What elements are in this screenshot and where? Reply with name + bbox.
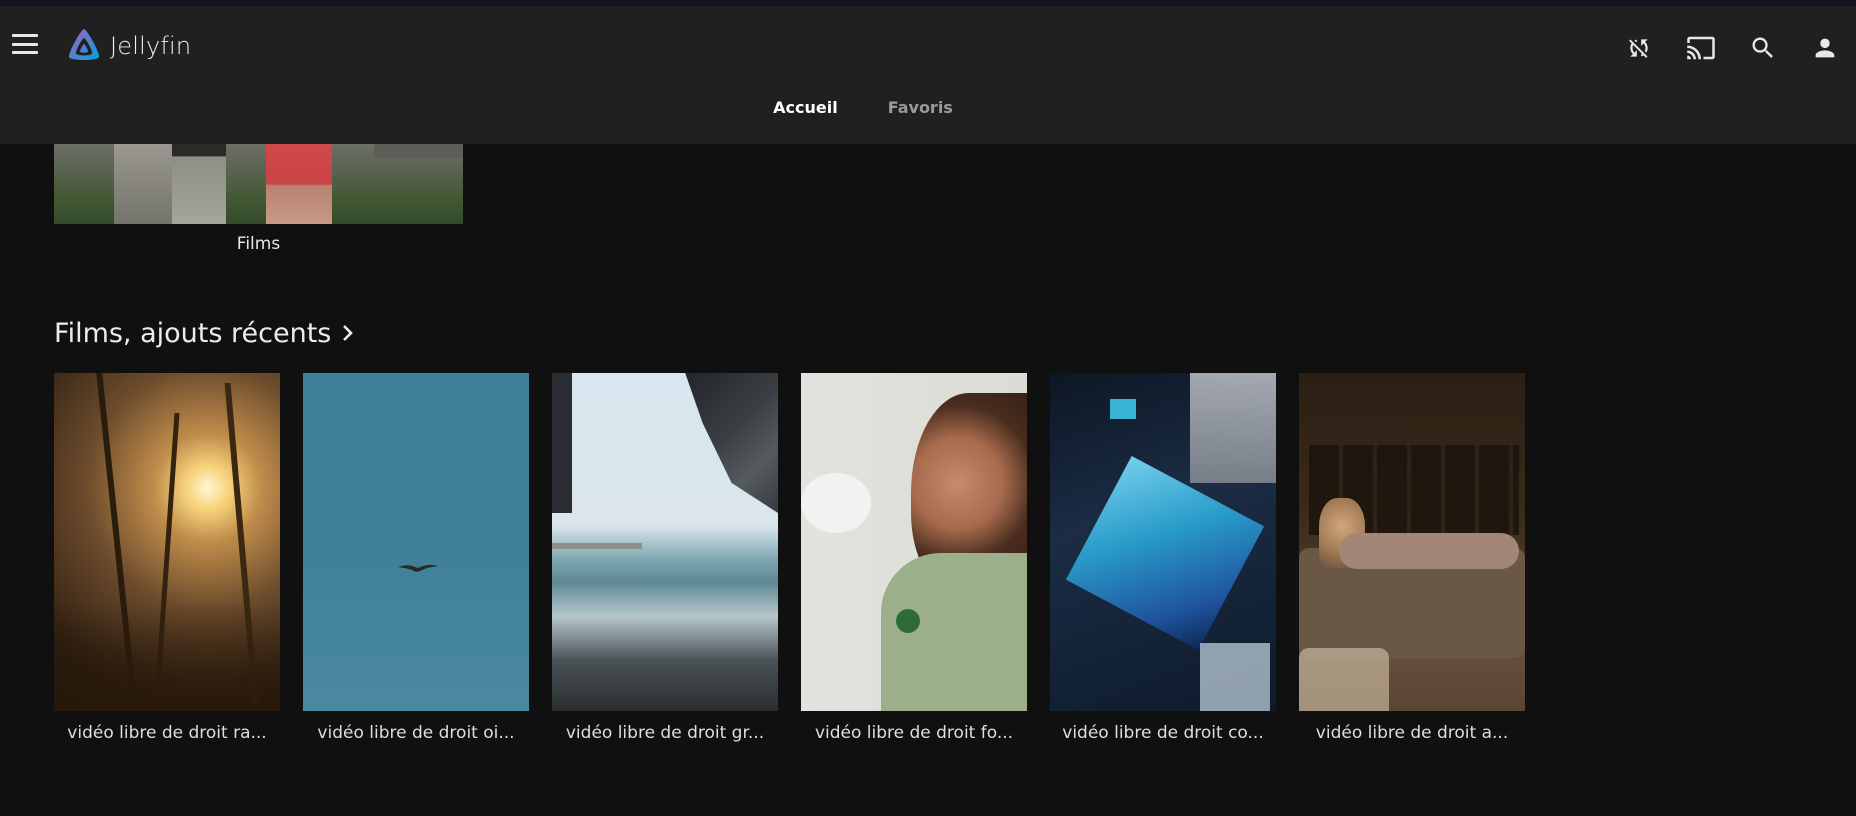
media-card-title: vidéo libre de droit ra... [67, 723, 267, 743]
library-thumbnail-figure [172, 144, 226, 224]
jellyfin-logo-icon [68, 29, 100, 60]
media-card-title: vidéo libre de droit co... [1062, 723, 1264, 743]
poster-image [303, 373, 529, 711]
media-card[interactable]: vidéo libre de droit ra... [54, 373, 280, 743]
library-thumbnail-figure [266, 144, 332, 224]
media-card[interactable]: vidéo libre de droit gr... [552, 373, 778, 743]
search-icon [1752, 37, 1773, 58]
media-card-title: vidéo libre de droit gr... [565, 723, 765, 743]
poster-image [54, 373, 280, 711]
poster-image [1050, 373, 1276, 711]
cast-icon [1687, 36, 1715, 60]
search-button[interactable] [1732, 28, 1794, 68]
app-logo[interactable]: Jellyfin [64, 26, 191, 66]
tab-bar: Accueil Favoris [0, 98, 1856, 130]
library-thumbnail-figure [114, 144, 174, 224]
sync-disabled-icon [1629, 39, 1648, 58]
sync-disabled-button[interactable] [1608, 28, 1670, 68]
poster-image [552, 373, 778, 711]
user-icon [1815, 38, 1835, 58]
header-actions [1608, 28, 1856, 68]
poster-image [1299, 373, 1525, 711]
section-title-recent-films[interactable]: Films, ajouts récents [54, 314, 355, 352]
menu-icon[interactable] [12, 32, 38, 56]
media-card[interactable]: vidéo libre de droit oi... [303, 373, 529, 743]
app-header: Jellyfin Accueil Favoris [0, 6, 1856, 144]
cast-button[interactable] [1670, 28, 1732, 68]
media-card[interactable]: vidéo libre de droit co... [1050, 373, 1276, 743]
media-card[interactable]: vidéo libre de droit fo... [801, 373, 1027, 743]
tab-favoris[interactable]: Favoris [886, 98, 955, 130]
media-card-title: vidéo libre de droit fo... [814, 723, 1014, 743]
chevron-right-icon [343, 325, 354, 341]
app-name: Jellyfin [110, 32, 192, 60]
media-card-title: vidéo libre de droit a... [1315, 723, 1509, 743]
recent-films-row: vidéo libre de droit ra... vidéo libre d… [54, 373, 1525, 743]
media-card-title: vidéo libre de droit oi... [317, 723, 515, 743]
poster-image [801, 373, 1027, 711]
section-title-text: Films, ajouts récents [54, 317, 332, 349]
library-title[interactable]: Films [54, 234, 463, 254]
user-button[interactable] [1794, 28, 1856, 68]
media-card[interactable]: vidéo libre de droit a... [1299, 373, 1525, 743]
tab-accueil[interactable]: Accueil [771, 98, 840, 130]
library-card-films[interactable] [54, 144, 463, 224]
